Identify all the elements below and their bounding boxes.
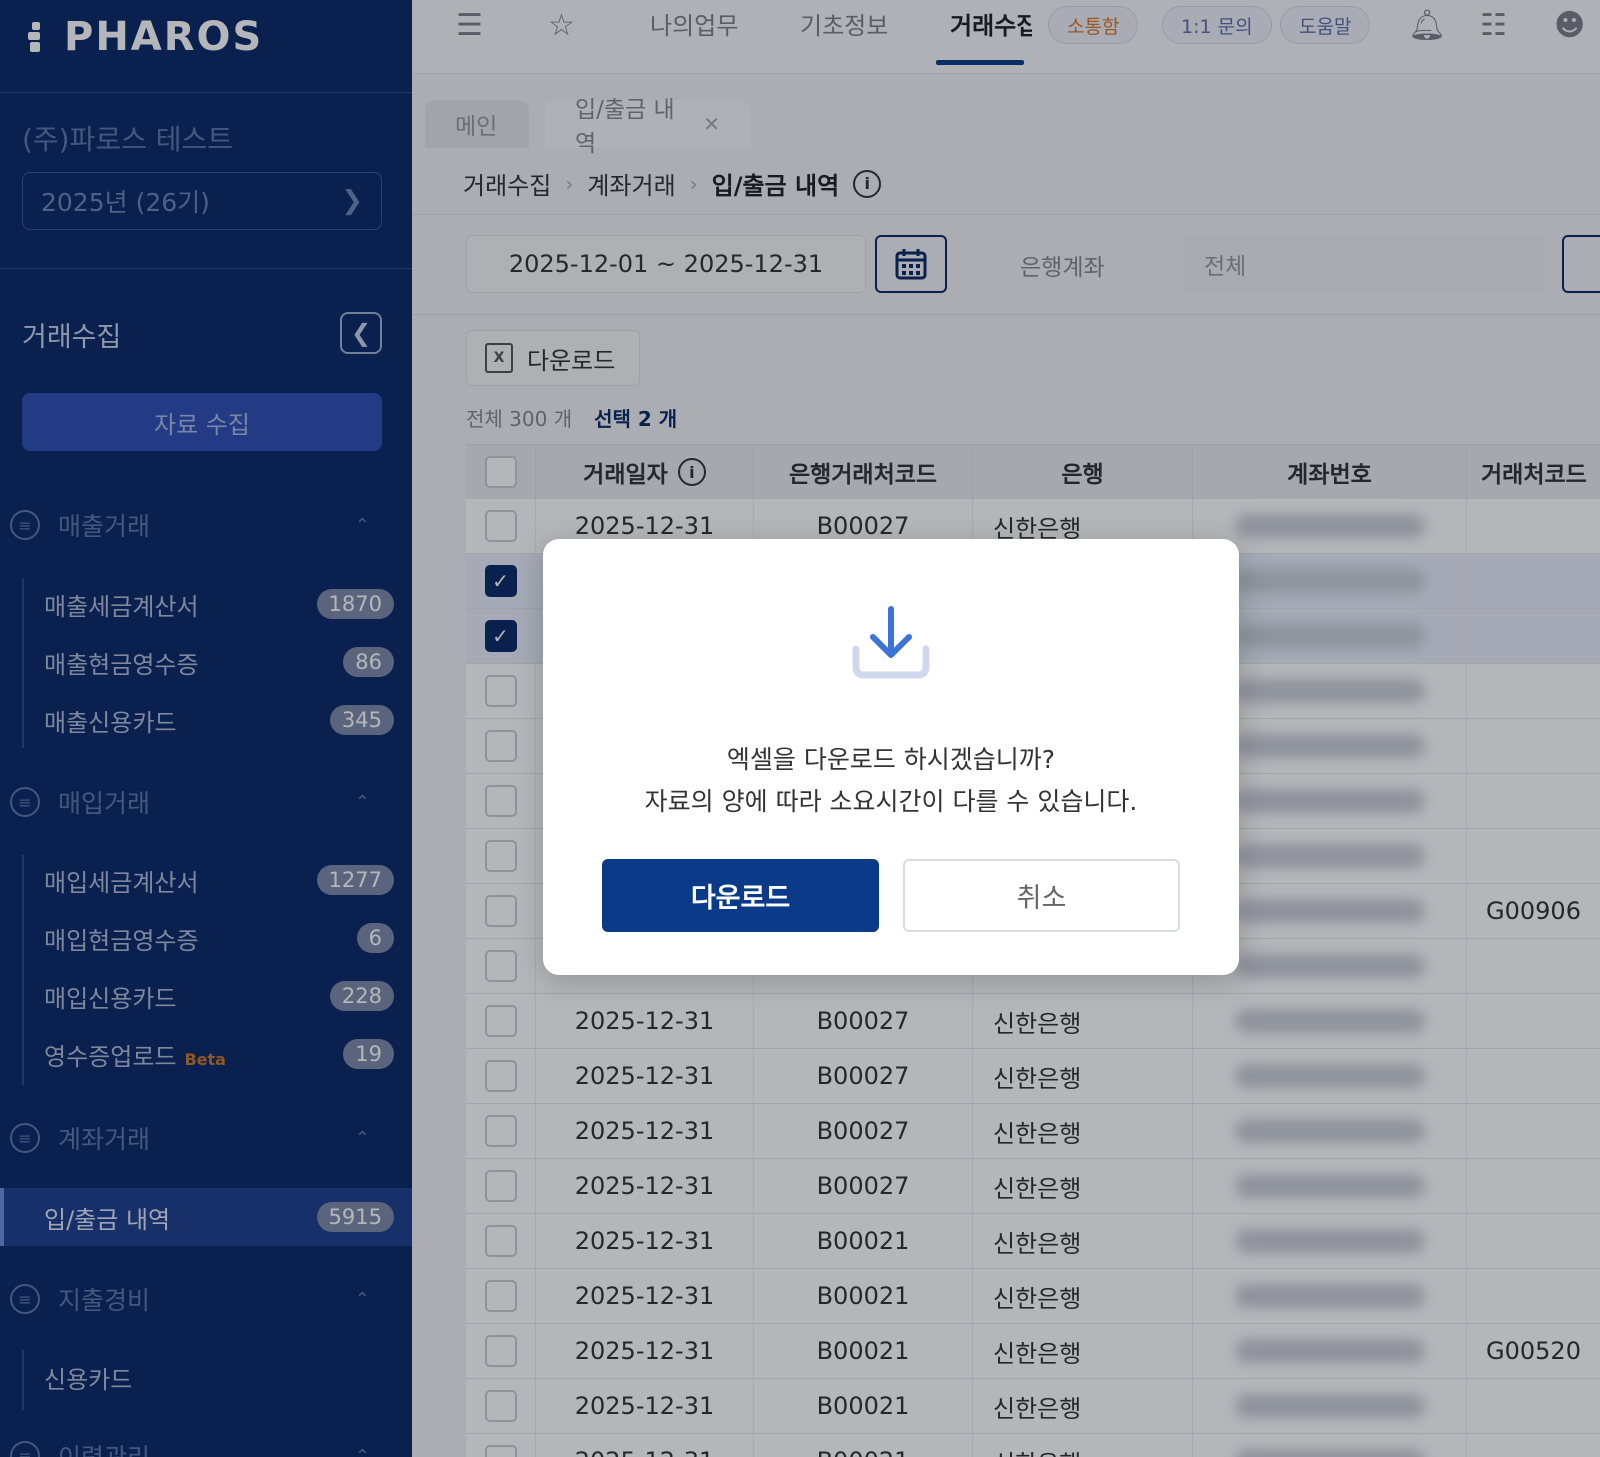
cancel-button[interactable]: 취소 [903, 859, 1180, 932]
modal-message-line: 엑셀을 다운로드 하시겠습니까? [726, 745, 1056, 774]
download-icon [852, 606, 930, 679]
download-confirm-modal: 엑셀을 다운로드 하시겠습니까? 자료의 양에 따라 소요시간이 다를 수 있습… [543, 539, 1239, 975]
modal-message-line: 자료의 양에 따라 소요시간이 다를 수 있습니다. [644, 787, 1138, 816]
modal-message: 엑셀을 다운로드 하시겠습니까? 자료의 양에 따라 소요시간이 다를 수 있습… [543, 739, 1239, 823]
confirm-download-button[interactable]: 다운로드 [602, 859, 879, 932]
